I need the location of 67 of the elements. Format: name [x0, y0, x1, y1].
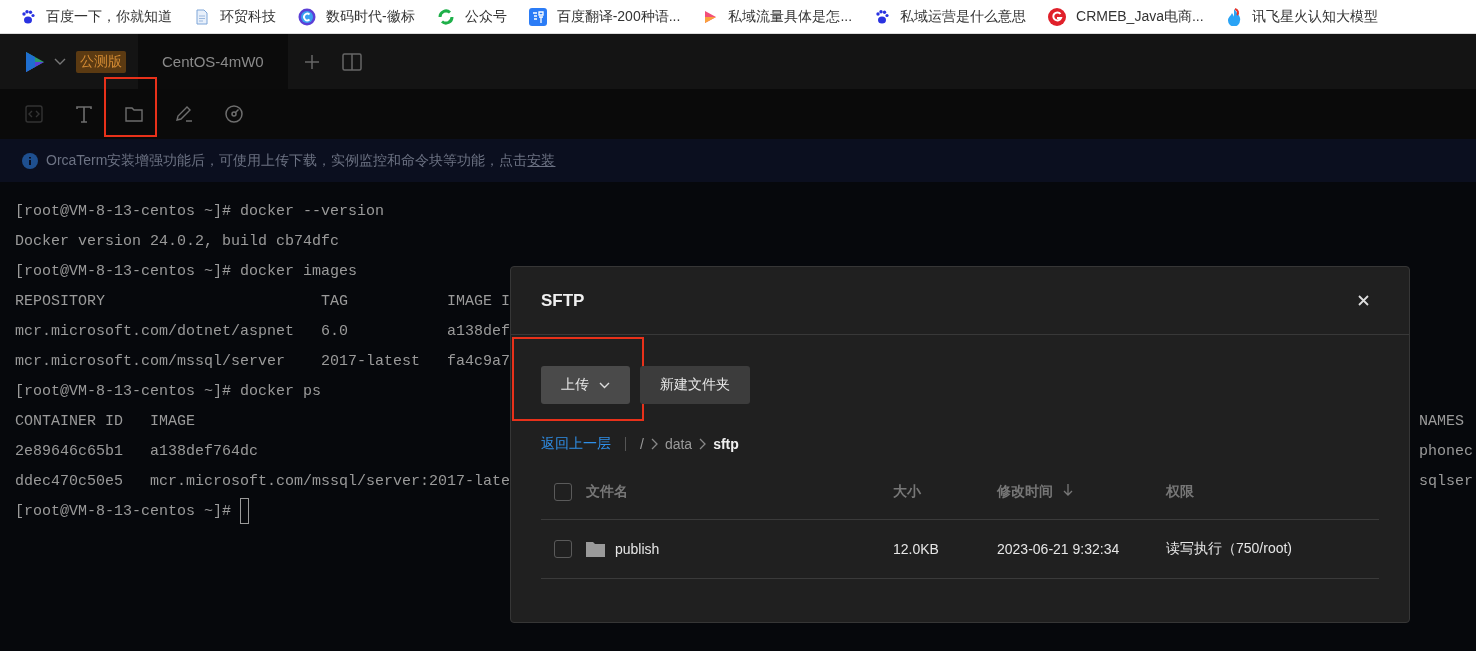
circle-logo-icon: [1048, 7, 1067, 26]
terminal-line: Docker version 24.0.2, build cb74dfc: [15, 232, 340, 250]
circle-logo-icon: [298, 7, 316, 26]
bookmark[interactable]: CRMEB_Java电商...: [1048, 7, 1226, 26]
breadcrumb-link[interactable]: data: [664, 436, 693, 452]
folder-icon: [586, 541, 605, 557]
bookmark[interactable]: 数码时代-徽标: [298, 7, 437, 26]
caret-icon: [599, 381, 610, 389]
terminal-line: [root@VM-8-13-centos ~]# docker ps: [15, 382, 322, 400]
upload-dropdown-button[interactable]: 上传: [541, 366, 630, 404]
terminal-line: 2e89646c65b1 a138def764dc: [15, 442, 259, 460]
paw-icon: [20, 8, 36, 25]
bookmark[interactable]: 讯飞星火认知大模型: [1225, 7, 1400, 26]
add-tab-icon[interactable]: [303, 53, 320, 70]
paw-icon: [874, 8, 891, 25]
terminal-line: ddec470c50e5 mcr.microsoft.com/mssql/server:2017-late: [15, 472, 511, 490]
terminal-line: [root@VM-8-13-centos ~]#: [15, 502, 232, 520]
terminal-line: CONTAINER ID IMAGE: [15, 412, 196, 430]
bookmark[interactable]: 公众号: [436, 7, 529, 26]
table-cell: 2023-06-21 9:32:34: [997, 541, 1120, 557]
checkbox[interactable]: [554, 540, 572, 559]
chevron-right-icon: [650, 438, 658, 450]
flame-icon: [1225, 7, 1242, 26]
document-icon: [194, 8, 210, 25]
column-header[interactable]: 修改时间: [997, 483, 1053, 499]
bookmark[interactable]: 百度翻译-200种语...: [528, 7, 703, 26]
terminal-text: phonec: [1419, 442, 1474, 460]
terminal-text: sqlser: [1419, 472, 1474, 490]
sort-descending-icon[interactable]: [1063, 484, 1073, 496]
terminal-line: REPOSITORY TAG IMAGE I: [15, 292, 511, 310]
text-icon[interactable]: [74, 104, 94, 124]
bookmark[interactable]: 私域流量具体是怎...: [702, 7, 875, 26]
chevron-right-icon: [699, 438, 707, 450]
pencil-icon[interactable]: [174, 104, 194, 124]
notice-text: OrcaTerm安装增强功能后，可使用上传下载，实例监控和命令块等功能，点击: [46, 151, 528, 168]
caret-icon[interactable]: [54, 57, 66, 66]
column-header[interactable]: 权限: [1166, 483, 1194, 499]
terminal-line: mcr.microsoft.com/dotnet/aspnet 6.0 a138def: [15, 322, 511, 340]
back-link[interactable]: 返回上一层: [541, 435, 611, 453]
table-cell: 12.0KB: [893, 541, 939, 557]
checkbox[interactable]: [554, 483, 572, 502]
close-icon[interactable]: [1358, 295, 1369, 306]
dialog-title: SFTP: [541, 290, 585, 311]
beta-badge: 公测版: [76, 50, 126, 73]
terminal-line: [root@VM-8-13-centos ~]# docker images: [15, 262, 358, 280]
terminal-tab[interactable]: CentOS-4mW0: [138, 34, 288, 89]
split-view-icon[interactable]: [341, 52, 362, 71]
translate-icon: [528, 7, 547, 26]
table-cell: 读写执行（750/root): [1166, 540, 1293, 556]
swirl-icon: [436, 7, 455, 26]
gauge-icon[interactable]: [224, 104, 244, 124]
install-link[interactable]: 安装: [527, 151, 556, 168]
folder-icon[interactable]: [124, 104, 144, 124]
new-folder-button[interactable]: 新建文件夹: [640, 366, 750, 404]
current-folder-name: sftp: [713, 436, 739, 452]
file-name[interactable]: publish: [615, 541, 660, 557]
terminal-text: NAMES: [1419, 412, 1465, 430]
info-icon: [22, 152, 38, 169]
breadcrumb-link[interactable]: /: [640, 436, 644, 452]
bookmark[interactable]: 私域运营是什么意思: [874, 7, 1049, 26]
column-header[interactable]: 文件名: [586, 483, 628, 499]
column-header[interactable]: 大小: [893, 483, 921, 499]
bookmark[interactable]: 百度一下，你就知道: [20, 7, 194, 26]
terminal-line: mcr.microsoft.com/mssql/server 2017-latest fa4c9a7: [15, 352, 511, 370]
terminal-line: [root@VM-8-13-centos ~]# docker --version: [15, 202, 385, 220]
logo-icon[interactable]: [24, 49, 46, 74]
bookmark[interactable]: 环贸科技: [194, 7, 298, 26]
